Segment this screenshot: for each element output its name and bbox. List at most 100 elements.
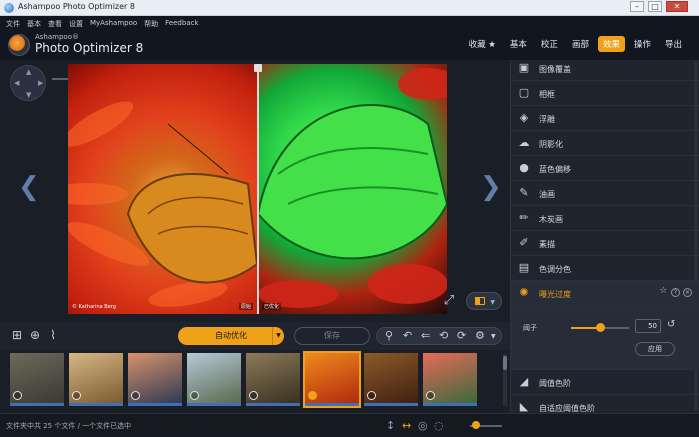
factor-value-input[interactable]: 50 [635, 319, 661, 333]
charcoal-icon: ✏ [519, 211, 529, 224]
comparison-divider-handle[interactable] [254, 64, 262, 72]
menu-myashampoo[interactable]: MyAshampoo [90, 19, 137, 29]
maximize-button[interactable]: □ [648, 1, 662, 12]
effect-item-label: 浮雕 [539, 115, 555, 124]
factor-slider-handle[interactable] [596, 323, 605, 332]
pan-right-icon[interactable]: ▶ [38, 79, 43, 87]
tab-operations[interactable]: 操作 [629, 36, 656, 52]
thumbnail-item[interactable] [187, 353, 241, 406]
menu-settings[interactable]: 设置 [69, 19, 83, 29]
menu-feedback[interactable]: Feedback [165, 19, 198, 29]
comparison-divider[interactable] [257, 64, 259, 314]
horizontal-fit-icon[interactable]: ↔ [402, 419, 411, 432]
thumbnail-checkbox[interactable] [308, 391, 317, 400]
minimize-button[interactable]: – [630, 1, 644, 12]
tools-dropdown-icon[interactable]: ▼ [491, 333, 496, 340]
effect-item[interactable]: ✎ 油画 [511, 181, 699, 206]
tab-favorites[interactable]: 收藏 ★ [464, 36, 501, 52]
thumbnail-item[interactable] [69, 353, 123, 406]
previous-image-arrow-icon[interactable]: ❮ [18, 172, 40, 202]
factor-label: 阈子 [523, 324, 537, 332]
close-button[interactable]: ✕ [666, 1, 688, 12]
deselect-icon[interactable]: ◌ [434, 419, 444, 432]
help-icon[interactable]: ? [671, 288, 680, 297]
tab-correction[interactable]: 校正 [536, 36, 563, 52]
settings-gear-icon[interactable]: ⚙ [475, 329, 485, 342]
favorite-star-icon[interactable]: ☆ [659, 287, 668, 297]
menu-help[interactable]: 帮助 [144, 19, 158, 29]
effect-item[interactable]: ✏ 木炭画 [511, 206, 699, 231]
next-image-arrow-icon[interactable]: ❯ [480, 172, 502, 202]
effect-item[interactable]: ✐ 素描 [511, 231, 699, 256]
auto-optimize-dropdown-icon[interactable]: ▼ [272, 327, 284, 345]
menu-basic[interactable]: 基本 [27, 19, 41, 29]
rotate-right-icon[interactable]: ⟳ [457, 329, 466, 342]
magic-wand-icon[interactable]: ⚲ [385, 329, 393, 342]
thumbnail-checkbox[interactable] [72, 391, 81, 400]
pan-left-icon[interactable]: ◀ [14, 79, 19, 87]
undo-icon[interactable]: ↶ [403, 329, 412, 342]
tab-effects[interactable]: 效果 [597, 36, 625, 52]
rotate-left-icon[interactable]: ⟲ [439, 329, 448, 342]
auto-optimize-button[interactable]: 自动优化 ▼ [178, 327, 284, 345]
menu-view[interactable]: 查看 [48, 19, 62, 29]
navigation-pad[interactable]: ▲ ▼ ◀ ▶ [10, 65, 46, 101]
optimized-label: 已优化 [262, 303, 282, 310]
tools-group: ⚲ ↶ ⇐ ⟲ ⟳ ⚙ ▼ [376, 327, 502, 345]
thumbnail-item[interactable] [10, 353, 64, 406]
thumbnail-item[interactable] [128, 353, 182, 406]
effect-item[interactable]: ◈ 浮雕 [511, 106, 699, 131]
reset-icon[interactable]: ↺ [667, 319, 675, 330]
auto-optimize-label: 自动优化 [215, 331, 247, 340]
thumbnail-item[interactable] [423, 353, 477, 406]
effect-item[interactable]: ▤ 色调分色 [511, 256, 699, 281]
thumbnail-item[interactable] [364, 353, 418, 406]
effect-item-label: 阈值色阶 [539, 379, 571, 388]
tab-face[interactable]: 画部 [567, 36, 594, 52]
apply-button[interactable]: 应用 [635, 342, 675, 356]
thumbnail-scrollbar[interactable] [503, 354, 507, 406]
thumbnail-checkbox[interactable] [426, 391, 435, 400]
add-image-icon[interactable]: ⊞ [10, 328, 24, 342]
thumbnail-item[interactable] [303, 351, 361, 408]
thumbnail-size-handle[interactable] [472, 421, 480, 429]
effect-item[interactable]: ☁ 阴影化 [511, 131, 699, 156]
pan-up-icon[interactable]: ▲ [26, 68, 31, 76]
logo-product: Photo Optimizer 8 [35, 41, 144, 55]
tab-export[interactable]: 导出 [660, 36, 687, 52]
select-all-icon[interactable]: ◎ [418, 419, 428, 432]
logo-brand: Ashampoo® [35, 33, 79, 41]
thumbnail-item[interactable] [246, 353, 300, 406]
thumbnail-checkbox[interactable] [249, 391, 258, 400]
vertical-fit-icon[interactable]: ↕ [386, 419, 395, 432]
tab-basic[interactable]: 基本 [505, 36, 532, 52]
thumbnail-checkbox[interactable] [190, 391, 199, 400]
effect-item-label: 油画 [539, 190, 555, 199]
thumbnail-checkbox[interactable] [367, 391, 376, 400]
effect-item-label: 自适应阈值色阶 [539, 404, 595, 413]
original-photo: © Katharina Berg 原始 [68, 64, 257, 314]
save-button[interactable]: 保存 [294, 327, 370, 345]
effect-item[interactable]: ● 蓝色偏移 [511, 156, 699, 181]
effect-item[interactable]: ▣ 图像覆盖 [511, 60, 699, 81]
effect-item[interactable]: ▢ 相框 [511, 81, 699, 106]
close-icon[interactable]: × [683, 288, 692, 297]
title-bar: Ashampoo Photo Optimizer 8 – □ ✕ [0, 0, 699, 16]
pan-down-icon[interactable]: ▼ [26, 91, 31, 99]
add-folder-icon[interactable]: ⊕ [28, 328, 42, 342]
status-text: 文件夹中共 25 个文件 / 一个文件已选中 [6, 422, 132, 430]
fullscreen-icon[interactable]: ⤢ [440, 292, 458, 310]
menu-file[interactable]: 文件 [6, 19, 20, 29]
effect-item[interactable]: ◣ 自适应阈值色阶 [511, 395, 699, 413]
edit-toolbar: ⊞ ⊕ ⌇ 自动优化 ▼ 保存 ⚲ ↶ ⇐ ⟲ ⟳ ⚙ ▼ [0, 322, 510, 350]
category-nav: 收藏 ★ 基本 校正 画部 效果 操作 导出 [464, 36, 687, 52]
split-view-icon [475, 297, 485, 305]
effect-item[interactable]: ◢ 阈值色阶 [511, 370, 699, 395]
thumbnail-checkbox[interactable] [13, 391, 22, 400]
thumbnail-scroll-thumb[interactable] [503, 356, 507, 370]
effect-item[interactable]: ✺ 曝光过度 ☆? × [511, 281, 699, 306]
thumbnail-checkbox[interactable] [131, 391, 140, 400]
compare-view-button[interactable]: ▼ [466, 292, 502, 310]
undo-all-icon[interactable]: ⇐ [421, 329, 430, 342]
clean-brush-icon[interactable]: ⌇ [46, 328, 60, 342]
